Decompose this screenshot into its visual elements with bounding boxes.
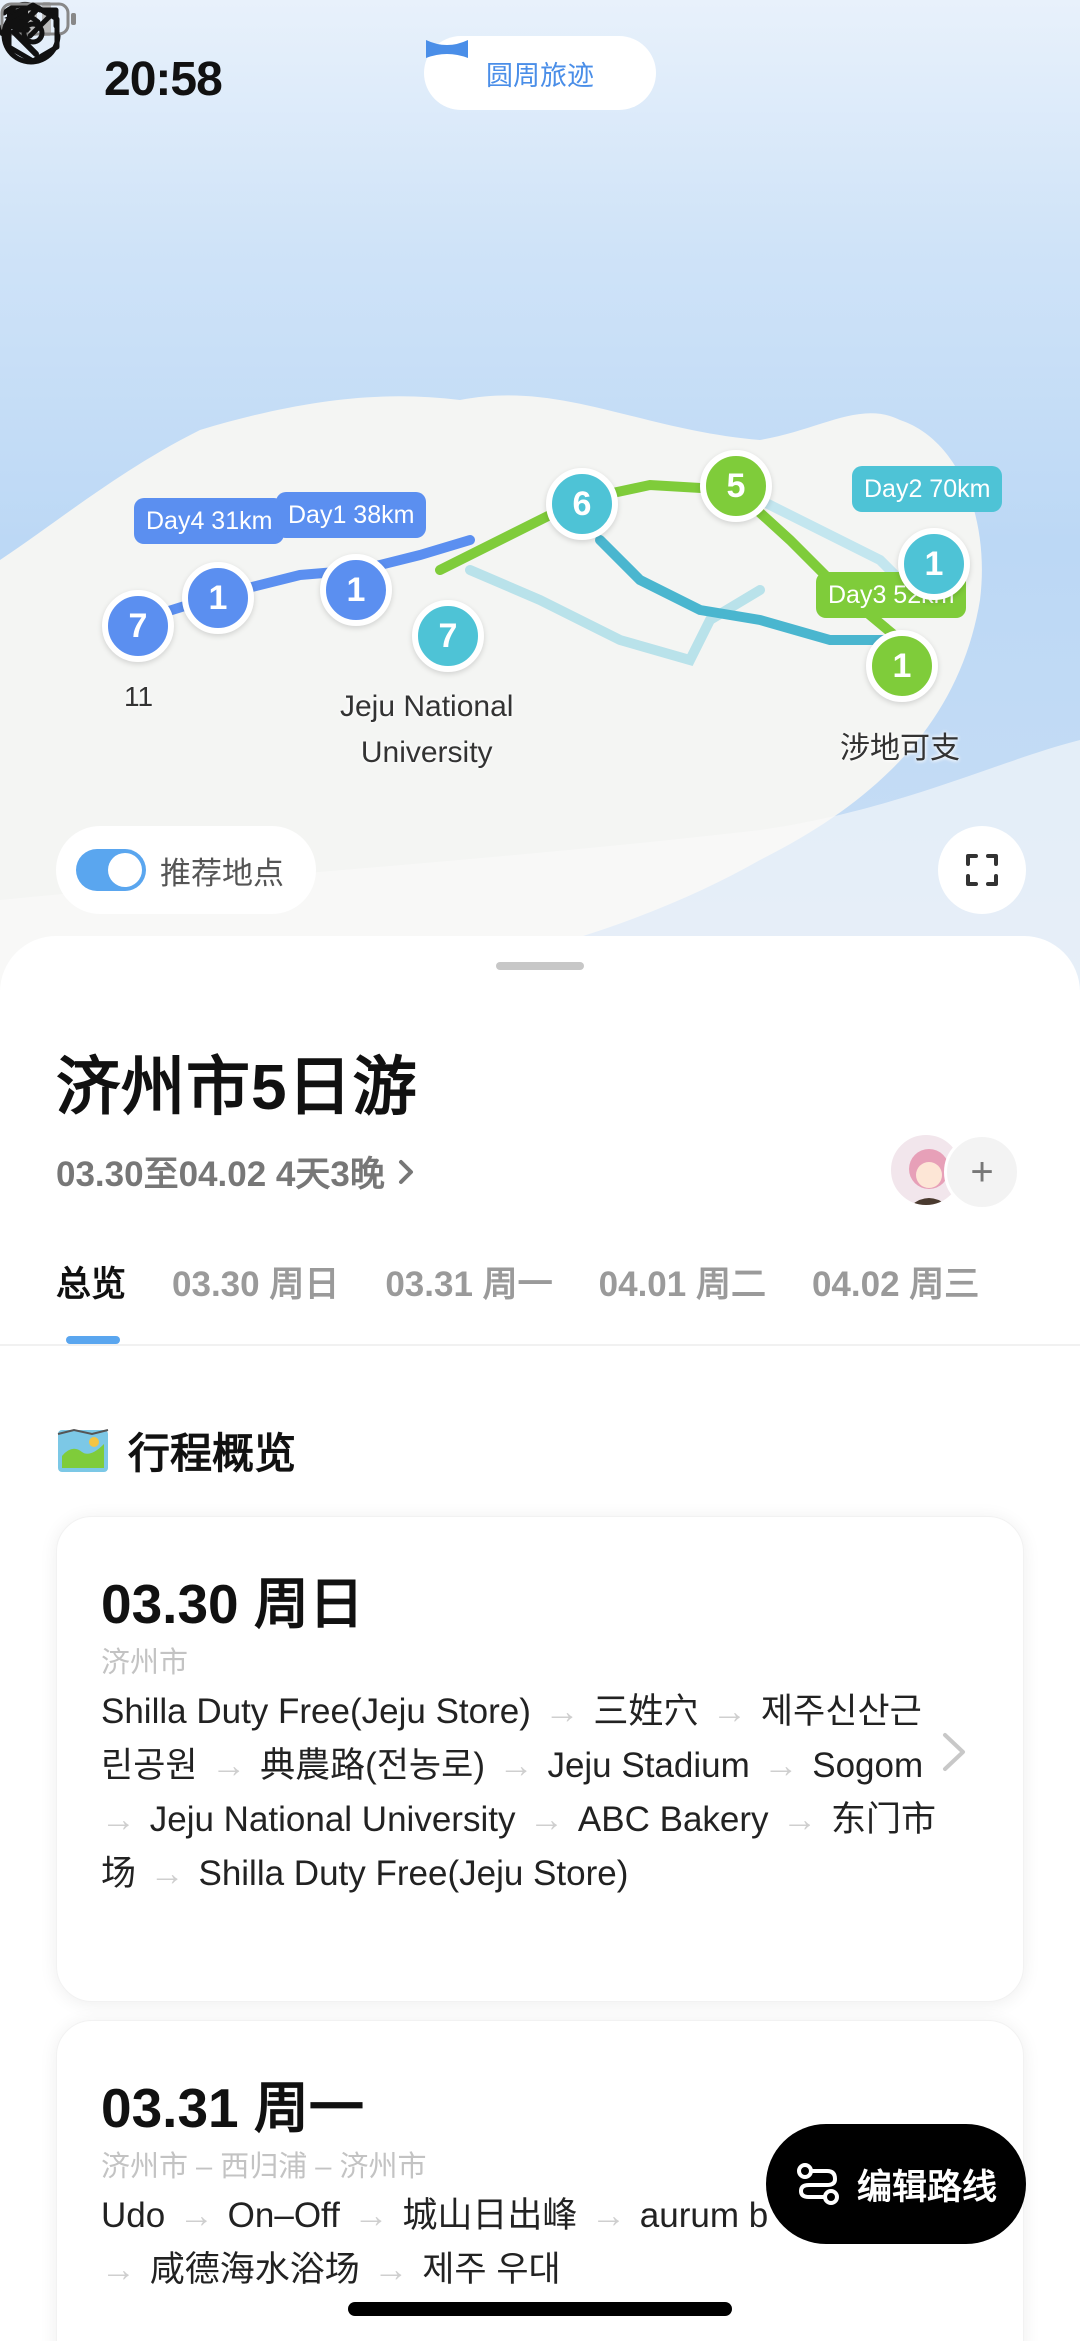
app-indicator-pill[interactable]: 圆周旅迹 xyxy=(424,36,656,110)
map-pin[interactable]: 6 xyxy=(546,468,618,540)
plus-icon: + xyxy=(970,1149,994,1194)
edit-route-button[interactable]: 编辑路线 xyxy=(766,2124,1026,2244)
tab-divider xyxy=(0,1344,1080,1346)
route-arrow-icon: → xyxy=(201,1746,257,1785)
map-pin[interactable]: 7 xyxy=(102,590,174,662)
app-name: 圆周旅迹 xyxy=(486,60,594,91)
card-date: 03.30 周日 xyxy=(101,1573,364,1635)
route-arrow-icon: → xyxy=(519,1800,574,1839)
route-arrow-icon: → xyxy=(534,1692,590,1731)
route-stop: Jeju Stadium xyxy=(547,1746,750,1785)
overview-title-text: 行程概览 xyxy=(128,1430,297,1477)
map-label-jeju-university[interactable]: Jeju National University xyxy=(340,684,513,776)
card-cities: 济州市 – 西归浦 – 济州市 xyxy=(101,2151,427,2183)
route-arrow-icon: → xyxy=(753,1746,809,1785)
add-member-button[interactable]: + xyxy=(944,1134,1020,1210)
day-card-0330[interactable]: 03.30 周日 济州市 Shilla Duty Free(Jeju Store… xyxy=(56,1516,1024,2002)
route-stop: Jeju National University xyxy=(149,1800,516,1839)
map-label-seopji[interactable]: 涉地可支 xyxy=(840,726,960,772)
day-tag-day4[interactable]: Day4 31km xyxy=(134,498,285,544)
map-pin[interactable]: 7 xyxy=(412,600,484,672)
day-tag-day1[interactable]: Day1 38km xyxy=(276,492,427,538)
status-time: 20:58 xyxy=(104,53,223,106)
map-pin[interactable]: 1 xyxy=(898,528,970,600)
route-stop: 제주 우대 xyxy=(422,2250,561,2289)
route-map[interactable]: 20:58 圆周旅迹 Day4 31km Day1 38km Day2 70km… xyxy=(0,0,1080,990)
tab-day4[interactable]: 04.02 周三 xyxy=(812,1256,979,1307)
card-date: 03.31 周一 xyxy=(101,2077,364,2139)
status-bar: 20:58 圆周旅迹 xyxy=(0,0,1080,150)
tab-day3[interactable]: 04.01 周二 xyxy=(599,1256,766,1307)
route-arrow-icon: → xyxy=(140,1854,195,1893)
route-stop: Shilla Duty Free(Jeju Store) xyxy=(101,1692,531,1731)
route-stop: Sogom xyxy=(812,1746,924,1785)
sheet-drag-handle[interactable] xyxy=(496,962,584,970)
route-stop: On–Off xyxy=(227,2196,340,2235)
route-arrow-icon: → xyxy=(343,2196,399,2235)
tab-overview[interactable]: 总览 xyxy=(56,1256,126,1307)
map-pin[interactable]: 5 xyxy=(700,450,772,522)
trip-title: 济州市5日游 xyxy=(56,1051,418,1123)
fullscreen-button[interactable] xyxy=(938,826,1026,914)
trip-dates-text: 03.30至04.02 4天3晚 xyxy=(56,1155,385,1194)
map-pin[interactable]: 1 xyxy=(866,630,938,702)
recommend-places-label: 推荐地点 xyxy=(160,855,284,891)
tab-day2[interactable]: 03.31 周一 xyxy=(385,1256,552,1307)
fullscreen-icon xyxy=(966,854,998,886)
route-arrow-icon: → xyxy=(702,1692,757,1731)
toggle-switch[interactable] xyxy=(76,849,146,891)
route-stop: Udo xyxy=(101,2196,166,2235)
app-logo-icon xyxy=(426,40,468,58)
map-pin[interactable]: 1 xyxy=(320,554,392,626)
route-stop: 三姓穴 xyxy=(593,1692,699,1731)
route-stop: 咸德海水浴场 xyxy=(149,2250,360,2289)
recommend-places-toggle[interactable]: 推荐地点 xyxy=(56,826,316,914)
route-stop: Shilla Duty Free(Jeju Store) xyxy=(198,1854,629,1893)
map-pin[interactable]: 1 xyxy=(182,562,254,634)
route-arrow-icon: → xyxy=(772,1800,827,1839)
settings-icon[interactable] xyxy=(0,0,66,66)
route-edit-icon xyxy=(796,2163,839,2205)
day-tabs: 总览 03.30 周日 03.31 周一 04.01 周二 04.02 周三 xyxy=(56,1256,1025,1307)
route-stop: 典農路(전농로) xyxy=(260,1746,485,1785)
map-label-number: 11 xyxy=(124,681,154,712)
route-arrow-icon: → xyxy=(169,2196,224,2235)
card-cities: 济州市 xyxy=(101,1647,189,1679)
chevron-right-icon xyxy=(398,1159,413,1184)
active-tab-indicator xyxy=(66,1336,120,1344)
route-stop: 城山日出峰 xyxy=(402,2196,578,2235)
edit-route-label: 编辑路线 xyxy=(856,2167,997,2207)
trip-dates-link[interactable]: 03.30至04.02 4天3晚 xyxy=(56,1146,415,1197)
route-arrow-icon: → xyxy=(581,2196,636,2235)
card-route-stops: Shilla Duty Free(Jeju Store) → 三姓穴 → 제주신… xyxy=(101,1685,941,1901)
overview-section-title: 行程概览 xyxy=(56,1420,296,1481)
route-arrow-icon: → xyxy=(488,1746,544,1785)
home-indicator xyxy=(348,2302,732,2316)
route-stop: ABC Bakery xyxy=(577,1800,769,1839)
map-icon xyxy=(57,1428,109,1472)
tab-day1[interactable]: 03.30 周日 xyxy=(172,1256,339,1307)
chevron-right-icon xyxy=(943,1733,965,1771)
route-stop: aurum b xyxy=(639,2196,769,2235)
route-arrow-icon: → xyxy=(363,2250,419,2289)
day-tag-day2[interactable]: Day2 70km xyxy=(852,466,1003,512)
